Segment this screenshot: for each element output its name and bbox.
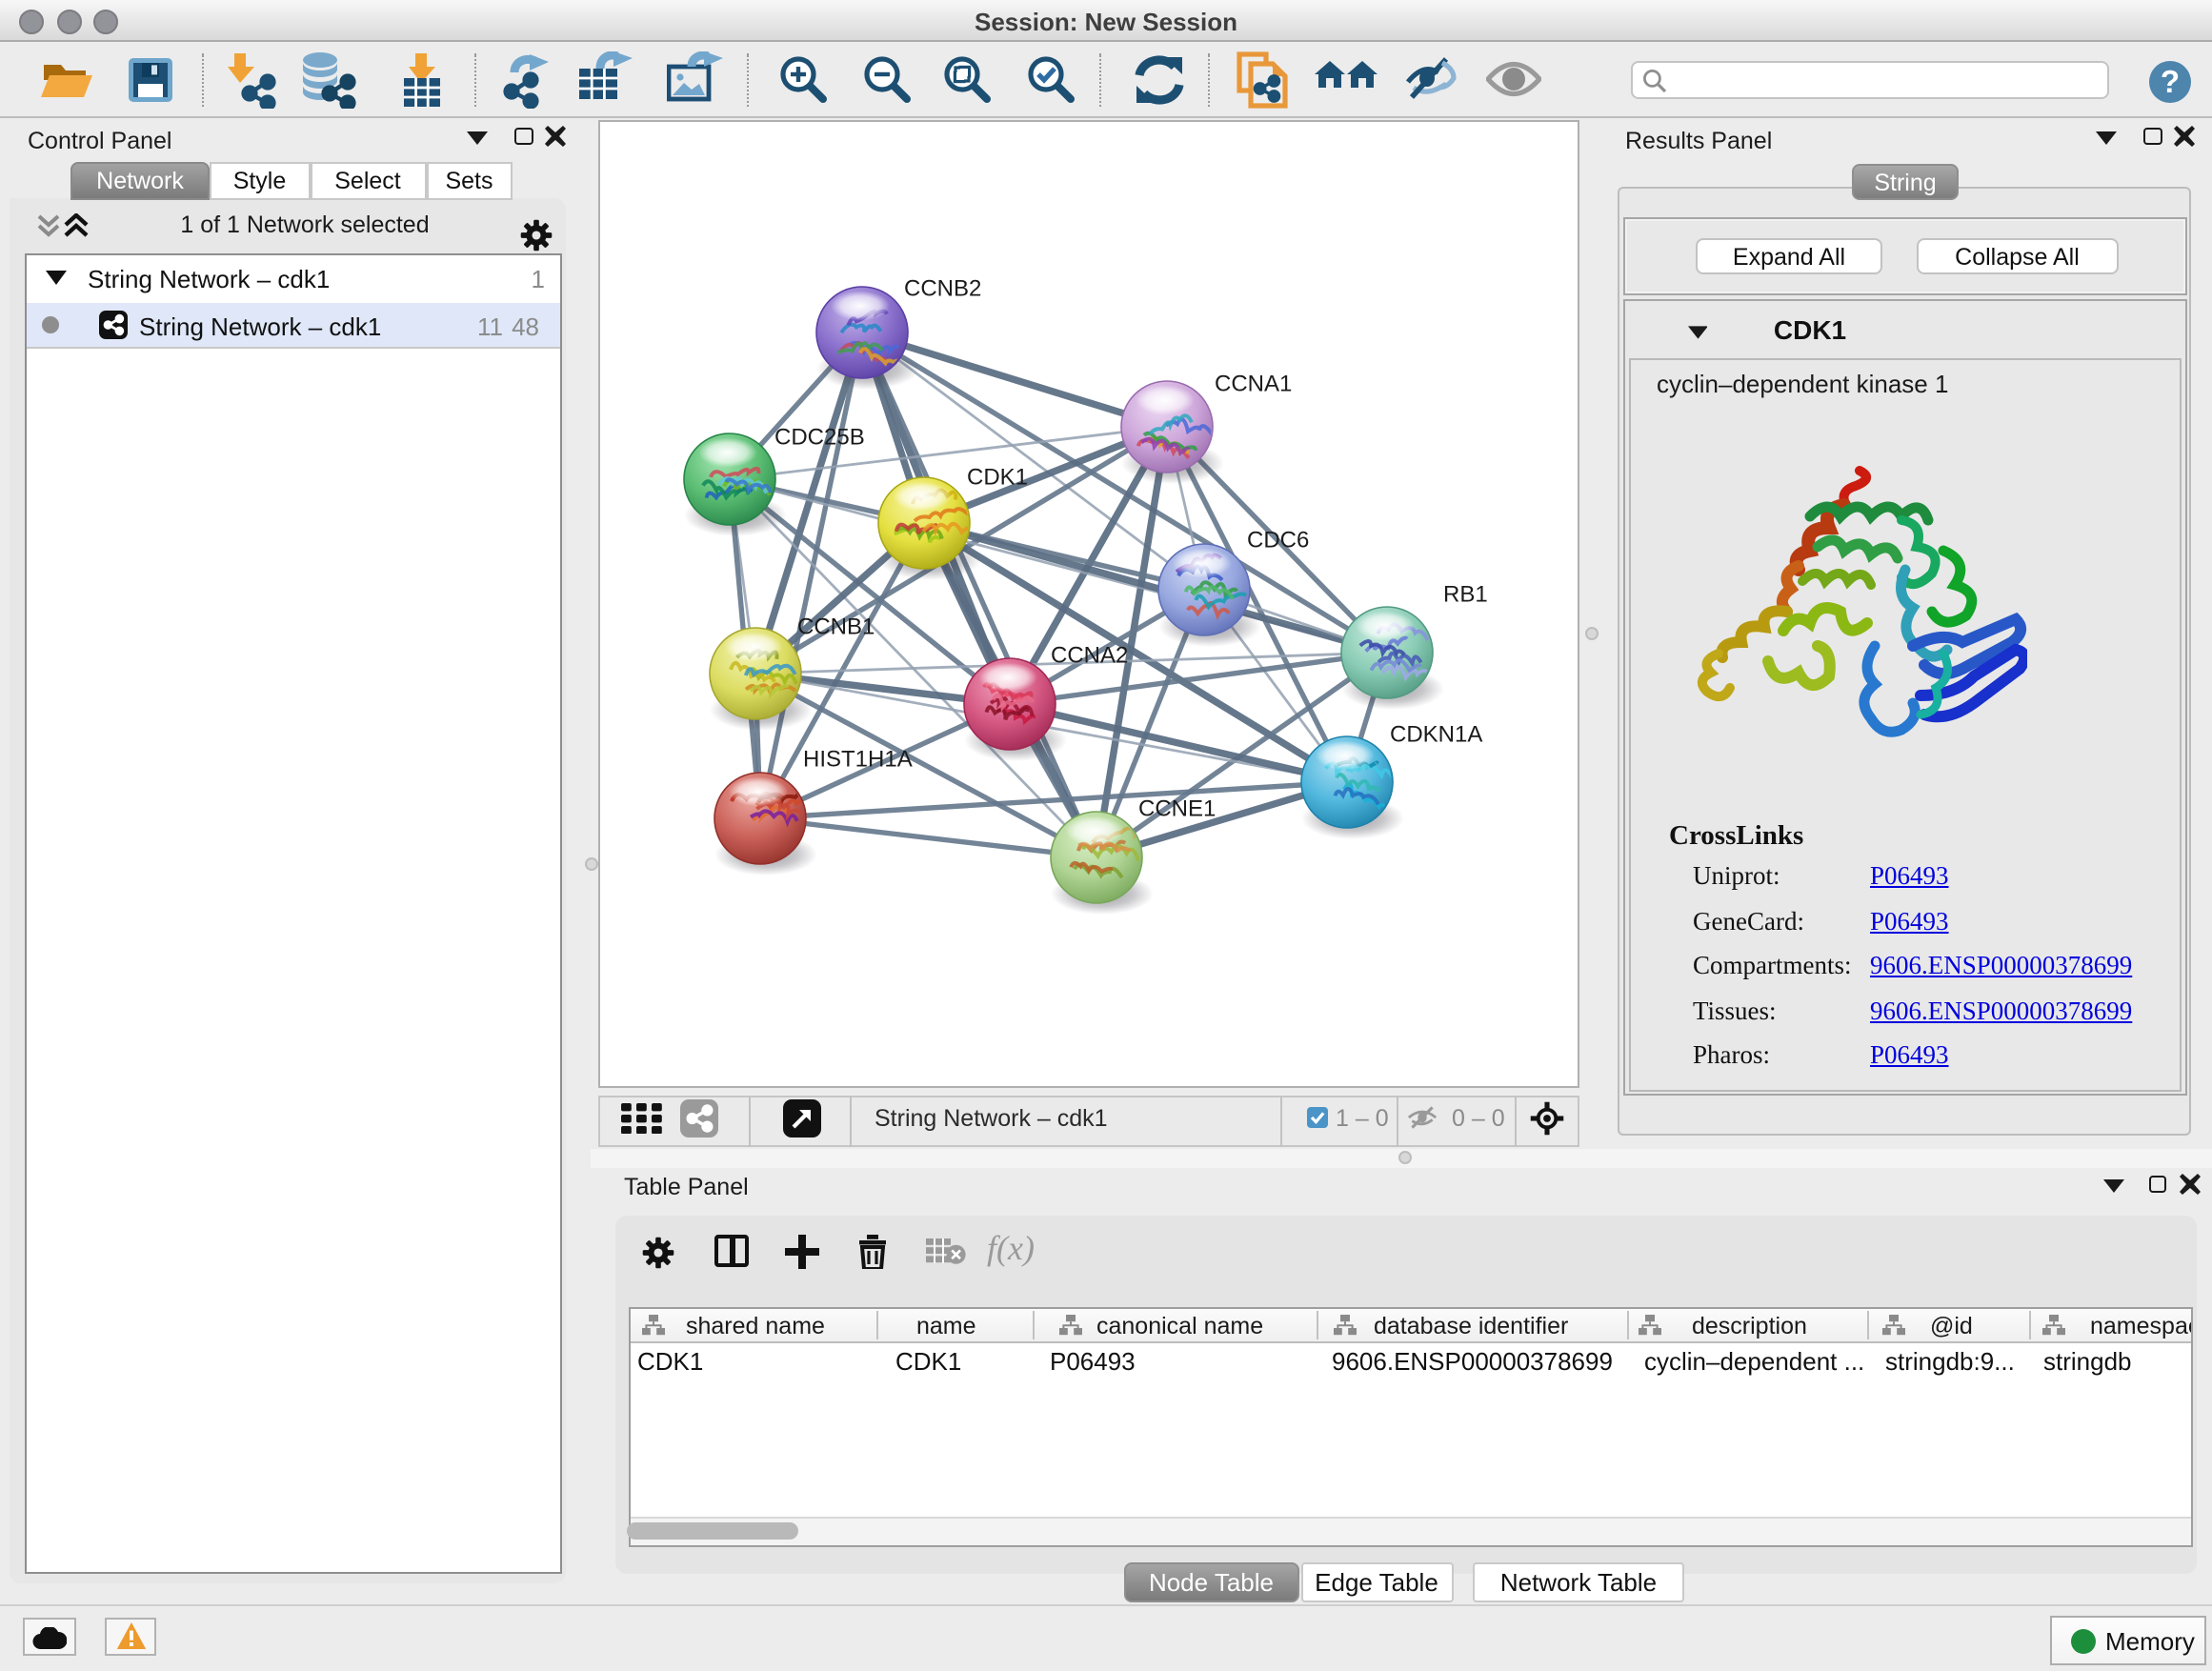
svg-text:CDK1: CDK1 xyxy=(967,463,1028,489)
svg-text:CDKN1A: CDKN1A xyxy=(1390,720,1482,746)
svg-text:CDC6: CDC6 xyxy=(1247,526,1309,552)
svg-text:?: ? xyxy=(2161,63,2180,98)
svg-text:CCNA1: CCNA1 xyxy=(1215,370,1292,395)
svg-text:RB1: RB1 xyxy=(1443,580,1488,606)
svg-text:HIST1H1A: HIST1H1A xyxy=(803,745,913,771)
svg-text:CCNA2: CCNA2 xyxy=(1051,641,1128,667)
svg-text:CCNB1: CCNB1 xyxy=(797,613,875,638)
svg-text:CDC25B: CDC25B xyxy=(774,423,865,449)
svg-text:CCNE1: CCNE1 xyxy=(1138,795,1216,820)
svg-text:CCNB2: CCNB2 xyxy=(904,274,981,300)
